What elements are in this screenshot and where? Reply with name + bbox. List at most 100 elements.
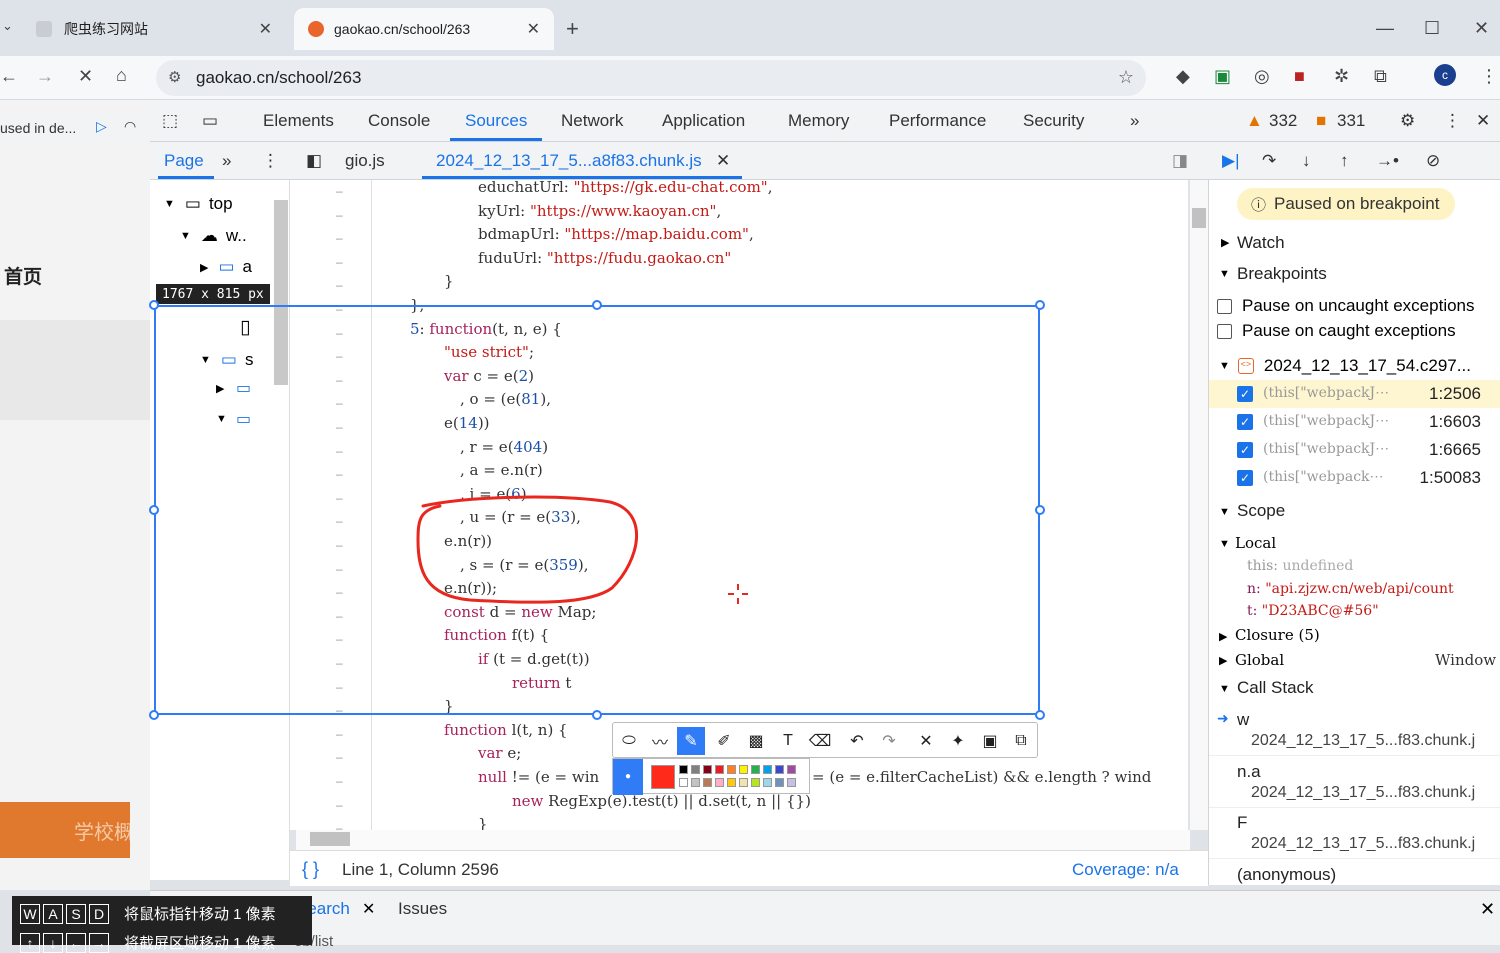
toggle-debugger-icon[interactable]: ◨: [1172, 151, 1188, 171]
pen-tool-icon[interactable]: ✎: [677, 727, 705, 755]
minimize-icon[interactable]: —: [1376, 18, 1394, 39]
scope-variable[interactable]: this: undefined: [1247, 558, 1353, 574]
gutter-marker[interactable]: –: [336, 798, 343, 812]
color-swatch[interactable]: [787, 765, 796, 774]
color-swatch[interactable]: [739, 778, 748, 787]
color-swatch[interactable]: [679, 778, 688, 787]
copy-icon[interactable]: ⧉: [1007, 727, 1035, 755]
expand-caret-icon[interactable]: ▼: [1219, 360, 1230, 372]
pause-caught-option[interactable]: Pause on caught exceptions: [1217, 321, 1456, 341]
breakpoint-item[interactable]: ✓ (this["webpackJ⋯ 1:6603: [1209, 408, 1500, 436]
more-tabs-icon[interactable]: »: [1130, 111, 1139, 131]
close-tab-icon[interactable]: ✕: [259, 19, 272, 39]
error-count[interactable]: 331: [1337, 111, 1365, 131]
color-swatch[interactable]: [775, 778, 784, 787]
tab-performance[interactable]: Performance: [889, 111, 986, 131]
closure-scope[interactable]: Closure (5): [1235, 626, 1320, 644]
call-stack-section[interactable]: Call Stack: [1237, 678, 1314, 698]
watch-section[interactable]: Watch: [1237, 233, 1285, 253]
code-line[interactable]: fuduUrl: "https://fudu.gaokao.cn": [478, 249, 731, 271]
file-tab-chunk[interactable]: 2024_12_13_17_5...a8f83.chunk.js: [436, 151, 702, 171]
close-tab-icon[interactable]: ✕: [527, 19, 540, 39]
call-frame[interactable]: F 2024_12_13_17_5...f83.chunk.j: [1209, 811, 1500, 859]
collapse-caret-icon[interactable]: ▶: [1219, 630, 1227, 643]
page-tab[interactable]: Page: [164, 151, 204, 171]
expand-caret-icon[interactable]: ▼: [1219, 268, 1230, 280]
inspect-element-icon[interactable]: ⬚: [162, 111, 178, 131]
pin-icon[interactable]: ✦: [944, 727, 972, 755]
navigator-menu-icon[interactable]: ⋮: [262, 151, 279, 171]
gutter-marker[interactable]: –: [336, 727, 343, 741]
step-into-icon[interactable]: ↓: [1302, 151, 1311, 171]
eraser-tool-icon[interactable]: ⌫: [806, 727, 834, 755]
resume-execution-icon[interactable]: ▶|: [1222, 151, 1240, 171]
extension-code-icon[interactable]: ▣: [1214, 66, 1231, 87]
warning-count[interactable]: 332: [1269, 111, 1297, 131]
expand-caret-icon[interactable]: ▼: [1219, 683, 1230, 695]
site-info-icon[interactable]: ⚙: [168, 68, 181, 86]
nav-home-link[interactable]: 首页: [4, 262, 42, 289]
device-toggle-icon[interactable]: ▭: [202, 111, 218, 131]
tab-memory[interactable]: Memory: [788, 111, 849, 131]
expand-caret-icon[interactable]: ▼: [1219, 506, 1230, 518]
back-icon[interactable]: ←: [0, 66, 18, 87]
color-swatch[interactable]: [703, 778, 712, 787]
capture-selection[interactable]: [154, 305, 1040, 715]
scope-section[interactable]: Scope: [1237, 501, 1285, 521]
hscroll-thumb[interactable]: [310, 832, 350, 846]
cancel-capture-icon[interactable]: ✕: [912, 727, 940, 755]
resize-handle[interactable]: [149, 505, 159, 515]
tab-network[interactable]: Network: [561, 111, 623, 131]
coverage-link[interactable]: Coverage: n/a: [1072, 860, 1179, 880]
drawer-tab-issues[interactable]: Issues: [398, 899, 447, 919]
editor-scrollbar[interactable]: [1190, 180, 1208, 830]
address-bar[interactable]: ⚙ gaokao.cn/school/263 ☆: [156, 60, 1146, 96]
close-drawer-icon[interactable]: ✕: [1480, 899, 1495, 920]
step-over-icon[interactable]: ↷: [1262, 151, 1276, 171]
redo-icon[interactable]: ↷: [875, 727, 903, 755]
extension-circle-icon[interactable]: ◎: [1254, 66, 1270, 87]
text-tool-icon[interactable]: T: [774, 727, 802, 755]
tab-gaokao[interactable]: gaokao.cn/school/263 ✕: [294, 8, 554, 50]
resize-handle[interactable]: [1035, 710, 1045, 720]
bookmark-star-icon[interactable]: ☆: [1118, 67, 1134, 88]
network-throttle-icon[interactable]: ◠: [124, 118, 136, 135]
step-icon[interactable]: →•: [1376, 151, 1399, 171]
color-swatch[interactable]: [787, 778, 796, 787]
breakpoint-item[interactable]: ✓ (this["webpack⋯ 1:50083: [1209, 464, 1500, 492]
extension-red-icon[interactable]: ■: [1294, 66, 1305, 87]
undo-icon[interactable]: ↶: [843, 727, 871, 755]
stop-icon[interactable]: ✕: [78, 66, 93, 87]
breakpoints-section[interactable]: Breakpoints: [1237, 264, 1327, 284]
breakpoint-checkbox[interactable]: ✓: [1237, 386, 1253, 402]
tree-item-a[interactable]: ▶ ▭ a: [200, 257, 252, 277]
code-line[interactable]: var e;: [478, 744, 521, 766]
line-tool-icon[interactable]: 〰: [646, 727, 674, 755]
scroll-thumb[interactable]: [1192, 208, 1206, 228]
devtools-menu-icon[interactable]: ⋮: [1444, 111, 1461, 131]
color-swatch[interactable]: [691, 778, 700, 787]
color-swatch[interactable]: [727, 765, 736, 774]
extension-bug-icon[interactable]: ✲: [1334, 66, 1349, 87]
tab-search-icon[interactable]: ⌄: [2, 18, 13, 34]
breakpoint-item[interactable]: ✓ (this["webpackJ⋯ 1:2506: [1209, 380, 1500, 408]
color-swatch[interactable]: [679, 765, 688, 774]
code-line[interactable]: bdmapUrl: "https://map.baidu.com",: [478, 225, 754, 247]
school-overview-button[interactable]: 学校概: [0, 802, 130, 858]
warning-icon[interactable]: ▲: [1246, 111, 1263, 131]
collapse-caret-icon[interactable]: ▶: [1221, 236, 1229, 249]
color-swatch[interactable]: [727, 778, 736, 787]
resize-handle[interactable]: [149, 710, 159, 720]
gutter-marker[interactable]: –: [336, 774, 343, 788]
color-swatch[interactable]: [715, 778, 724, 787]
breakpoint-file[interactable]: ▼ <> 2024_12_13_17_54.c297...: [1219, 356, 1471, 376]
breakpoint-checkbox[interactable]: ✓: [1237, 470, 1253, 486]
step-out-icon[interactable]: ↑: [1340, 151, 1349, 171]
local-scope[interactable]: Local: [1235, 534, 1276, 552]
marker-tool-icon[interactable]: ✐: [710, 727, 738, 755]
expand-caret-icon[interactable]: ▼: [180, 230, 191, 242]
selected-color-swatch[interactable]: [651, 765, 675, 789]
tree-item-top[interactable]: ▼ ▭ top: [164, 194, 233, 214]
breakpoint-checkbox[interactable]: ✓: [1237, 442, 1253, 458]
expand-caret-icon[interactable]: ▼: [164, 198, 175, 210]
